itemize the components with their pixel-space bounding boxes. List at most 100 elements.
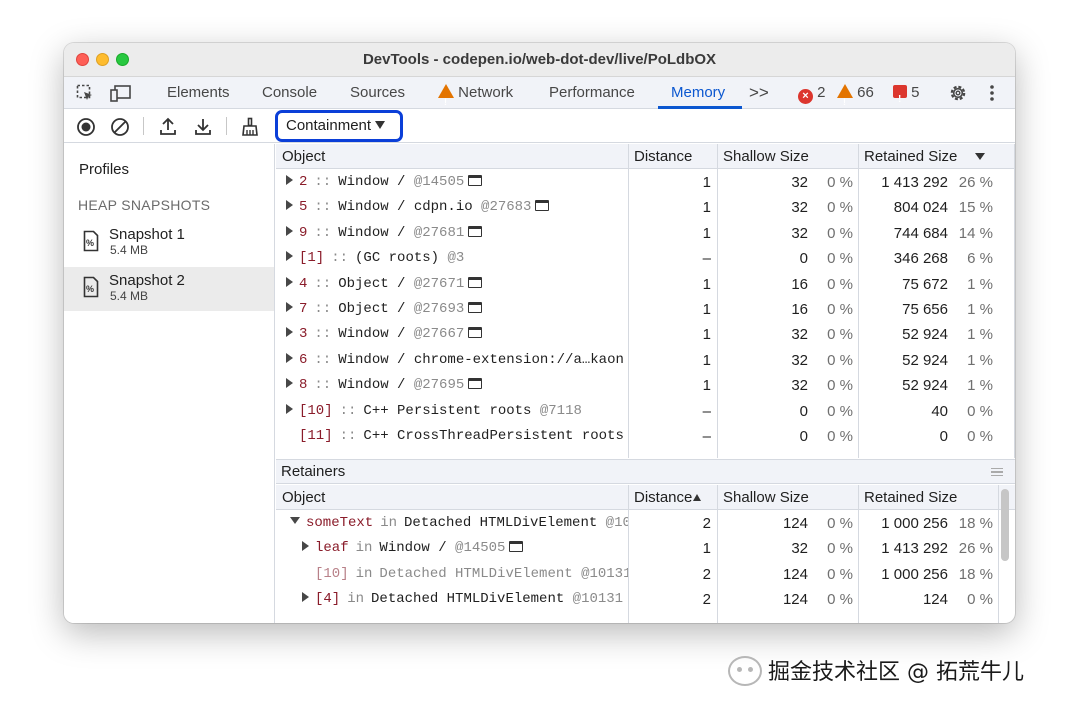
tab-network[interactable]: Network [438,77,513,118]
expand-arrow-icon[interactable] [302,592,309,603]
table-row[interactable]: [10]:: C++ Persistent roots @7118 – 0 0 % 40 0… [276,399,1015,424]
window-title: DevTools - codepen.io/web-dot-dev/live/P… [362,51,717,68]
tab-console[interactable]: Console [262,77,317,109]
resize-handle-icon[interactable] [991,468,1003,476]
more-tabs-button[interactable]: >> [749,77,769,109]
shallow-percent-cell: 0 % [827,565,853,583]
column-shallow-size[interactable]: Shallow Size [717,144,809,169]
collect-garbage-broom-icon[interactable] [240,117,260,137]
tab-memory[interactable]: Memory [671,77,725,109]
column-shallow-size[interactable]: Shallow Size [717,485,809,510]
expand-arrow-icon[interactable] [286,352,293,363]
object-cell: someText in Detached HTMLDivElement @10 [290,511,628,536]
shallow-percent-cell: 0 % [827,540,853,558]
table-row[interactable]: [4] in Detached HTMLDivElement @10131 2 124 0… [276,587,1015,612]
table-row[interactable]: [11]:: C++ CrossThreadPersistent roots – 0 0… [276,424,1015,449]
table-row[interactable]: 6:: Window / chrome-extension://a…kaon 1 32… [276,348,1015,373]
window-icon [535,200,550,212]
table-row[interactable]: 3:: Window / @27667 1 32 0 % 52 924 1 % [276,322,1015,347]
object-key: [11] [299,428,333,444]
expand-arrow-icon[interactable] [286,302,293,312]
object-name: Object / [338,275,414,292]
issues-count: 5 [911,84,920,101]
object-cell: [10] in Detached HTMLDivElement @10131 [302,562,628,587]
column-object[interactable]: Object [276,485,325,510]
expand-arrow-icon[interactable] [302,541,309,552]
column-retained-size[interactable]: Retained Size [858,485,957,510]
snapshot-size: 5.4 MB [110,289,149,303]
table-row[interactable]: 7:: Object / @27693 1 16 0 % 75 656 1 % [276,297,1015,322]
retainer-name: Detached HTMLDivElement [404,515,606,531]
object-separator: :: [339,428,357,444]
column-retained-size[interactable]: Retained Size [858,144,986,169]
table-row[interactable]: 8:: Window / @27695 1 32 0 % 52 924 1 % [276,373,1015,398]
tab-sources[interactable]: Sources [350,77,405,109]
object-separator: :: [314,326,332,343]
distance-cell: 1 [702,351,711,369]
retainer-preposition: in [380,515,398,531]
shallow-size-cell: 16 [791,275,808,293]
retainers-scrollbar[interactable] [1001,489,1009,561]
svg-text:%: % [86,284,94,294]
warning-count-badge[interactable]: 66 [837,77,874,118]
table-row[interactable]: leaf in Window / @14505 1 32 0 % 1 413 292 26 % [276,536,1015,561]
retainer-id: @14505 [455,540,506,557]
column-divider [628,485,629,623]
error-count-badge[interactable]: × 2 [798,77,826,109]
expand-arrow-icon[interactable] [286,327,293,338]
expand-arrow-icon[interactable] [286,225,293,236]
more-options-icon[interactable] [988,84,996,102]
object-cell: 3:: Window / @27667 [286,322,636,347]
device-toolbar-icon[interactable] [110,84,132,102]
shallow-percent-cell: 0 % [827,301,853,318]
distance-cell: 1 [702,275,711,293]
snapshot-item-2[interactable]: % Snapshot 2 5.4 MB [64,267,274,311]
collapse-arrow-icon[interactable] [290,517,300,524]
object-cell: 4:: Object / @27671 [286,272,636,297]
shallow-percent-cell: 0 % [827,275,853,293]
table-row[interactable]: someText in Detached HTMLDivElement @10 2 12… [276,511,1015,536]
column-object[interactable]: Object [276,144,325,169]
retained-size-cell: 52 924 [902,351,948,369]
expand-arrow-icon[interactable] [286,403,293,414]
object-id: @14505 [413,174,465,190]
object-name: (GC roots) [355,250,448,267]
shallow-size-cell: 0 [799,402,808,420]
retainer-key: someText [306,515,374,531]
table-row[interactable]: 5:: Window / cdpn.io @27683 1 32 0 % 804 024 1… [276,195,1015,220]
view-select-dropdown[interactable]: Containment [275,110,403,142]
issues-count-badge[interactable]: 5 [893,77,920,116]
table-row[interactable]: 9:: Window / @27681 1 32 0 % 744 684 14 % [276,221,1015,246]
table-row[interactable]: 2:: Window / @14505 1 32 0 % 1 413 292 26 % [276,170,1015,195]
profiles-sidebar: Profiles HEAP SNAPSHOTS % Snapshot 1 5.4… [64,144,275,623]
object-id: @3 [447,250,465,267]
expand-arrow-icon[interactable] [286,378,293,389]
record-heap-snapshot-icon[interactable] [76,117,96,137]
column-distance[interactable]: Distance [628,485,702,510]
load-profile-upload-icon[interactable] [158,117,178,137]
heap-snapshots-heading: HEAP SNAPSHOTS [78,197,211,213]
tab-performance[interactable]: Performance [549,77,635,109]
expand-arrow-icon[interactable] [286,276,293,287]
table-row[interactable]: [1]:: (GC roots) @3 – 0 0 % 346 268 6 % [276,246,1015,271]
shallow-percent-cell: 0 % [827,591,853,609]
expand-arrow-icon[interactable] [286,251,293,262]
expand-arrow-icon[interactable] [286,175,293,185]
containment-grid-header: Object Distance Shallow Size Retained Si… [276,144,1015,169]
save-profile-download-icon[interactable] [193,117,213,137]
retained-size-cell: 52 924 [902,326,948,344]
settings-gear-icon[interactable] [948,83,968,103]
retained-percent-cell: 26 % [958,540,993,558]
retained-size-cell: 744 684 [893,224,948,242]
expand-arrow-icon[interactable] [286,200,293,211]
table-row[interactable]: 4:: Object / @27671 1 16 0 % 75 672 1 % [276,272,1015,297]
snapshot-item-1[interactable]: % Snapshot 1 5.4 MB [64,221,274,265]
clear-all-profiles-icon[interactable] [110,117,130,137]
table-row[interactable]: [10] in Detached HTMLDivElement @10131 2 124… [276,562,1015,587]
retained-percent-cell: 1 % [967,301,993,318]
tab-elements[interactable]: Elements [167,77,230,109]
watermark-text: 掘金技术社区 @ 拓荒牛儿 [768,660,1024,685]
object-name: C++ CrossThreadPersistent roots [363,428,624,444]
inspect-element-icon[interactable] [76,84,94,102]
column-distance[interactable]: Distance [628,144,692,169]
